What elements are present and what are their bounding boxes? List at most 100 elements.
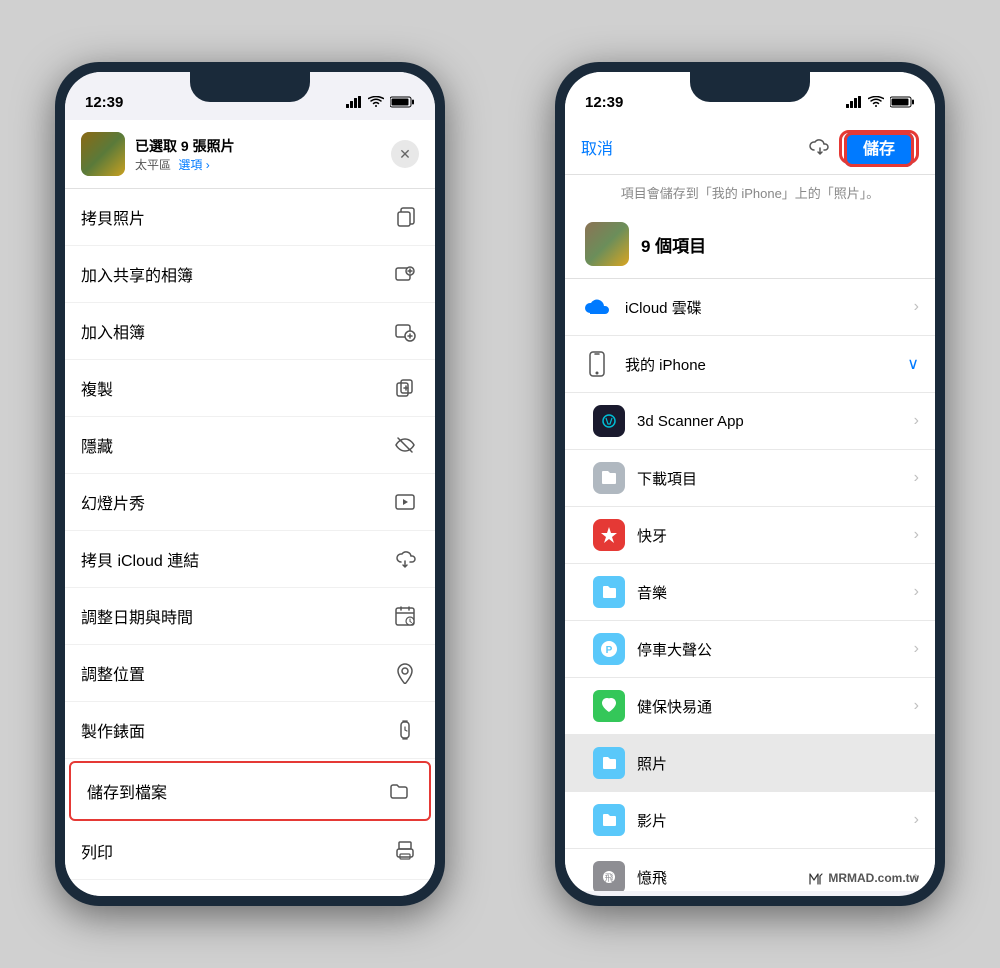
downloads-chevron: › <box>914 469 919 487</box>
battery-icon <box>390 96 415 108</box>
music-chevron: › <box>914 583 919 601</box>
menu-list: 拷貝照片 加入共享的相簿 <box>65 189 435 896</box>
file-item-icloud[interactable]: iCloud 雲碟 › <box>565 279 935 336</box>
time-2: 12:39 <box>585 94 623 111</box>
watermark: MRMAD.com.tw <box>808 870 919 886</box>
kuaiya-chevron: › <box>914 526 919 544</box>
save-file-count: 9 個項目 <box>641 232 706 257</box>
add-album-icon <box>391 317 419 345</box>
video-label: 影片 <box>637 810 902 831</box>
photos-icon <box>593 747 625 779</box>
menu-item-save-to-files[interactable]: 儲存到檔案 <box>69 761 431 821</box>
wifi-icon <box>368 96 384 108</box>
menu-item-print[interactable]: 列印 <box>65 823 435 880</box>
photos-label: 照片 <box>637 753 919 774</box>
menu-item-add-album[interactable]: 加入相簿 <box>65 303 435 360</box>
watermark-text: MRMAD.com.tw <box>828 871 919 885</box>
photo-info: 已選取 9 張照片 太平區 選項 › <box>135 136 381 173</box>
chevron-icon: › <box>206 158 210 172</box>
search-icon <box>391 894 419 896</box>
menu-label-copy-photo: 拷貝照片 <box>81 205 145 229</box>
signal-icon-2 <box>846 96 862 108</box>
menu-item-duplicate[interactable]: 複製 <box>65 360 435 417</box>
menu-item-google-lens[interactable]: Search with Google Lens <box>65 880 435 896</box>
signal-icon <box>346 96 362 108</box>
file-item-kuaiya[interactable]: 快牙 › <box>565 507 935 564</box>
file-item-iphone[interactable]: 我的 iPhone ∨ <box>565 336 935 393</box>
menu-item-location[interactable]: 調整位置 <box>65 645 435 702</box>
save-file-header: 9 個項目 <box>565 210 935 279</box>
photo-subtitle: 太平區 選項 › <box>135 156 381 173</box>
save-button-container: 儲存 <box>839 130 919 164</box>
file-item-3dscanner[interactable]: 3d Scanner App › <box>565 393 935 450</box>
photo-thumbnail <box>81 132 125 176</box>
menu-label-slideshow: 幻燈片秀 <box>81 490 145 514</box>
duplicate-icon <box>391 374 419 402</box>
health-icon <box>593 690 625 722</box>
phone1-screen: 12:39 <box>65 72 435 896</box>
icloud-link-icon <box>391 545 419 573</box>
phone1-wrapper: 12:39 <box>0 0 500 968</box>
status-icons-1 <box>346 96 415 108</box>
file-item-downloads[interactable]: 下載項目 › <box>565 450 935 507</box>
health-chevron: › <box>914 697 919 715</box>
menu-item-datetime[interactable]: 調整日期與時間 <box>65 588 435 645</box>
downloads-icon <box>593 462 625 494</box>
mrmad-logo: MRMAD.com.tw <box>808 870 919 886</box>
svg-text:P: P <box>606 645 613 656</box>
menu-label-icloud-link: 拷貝 iCloud 連結 <box>81 547 199 571</box>
photo-header: 已選取 9 張照片 太平區 選項 › ✕ <box>65 120 435 189</box>
menu-label-shared-album: 加入共享的相簿 <box>81 262 193 286</box>
save-notice: 項目會儲存到「我的 iPhone」上的「照片」。 <box>565 175 935 210</box>
menu-item-hide[interactable]: 隱藏 <box>65 417 435 474</box>
video-chevron: › <box>914 811 919 829</box>
menu-label-hide: 隱藏 <box>81 433 113 457</box>
menu-label-print: 列印 <box>81 839 113 863</box>
phone1: 12:39 <box>55 62 445 906</box>
menu-item-shared-album[interactable]: 加入共享的相簿 <box>65 246 435 303</box>
hide-icon <box>391 431 419 459</box>
file-item-music[interactable]: 音樂 › <box>565 564 935 621</box>
menu-item-watch-face[interactable]: 製作錶面 <box>65 702 435 759</box>
menu-item-copy-photo[interactable]: 拷貝照片 <box>65 189 435 246</box>
kuaiya-icon <box>593 519 625 551</box>
save-button[interactable]: 儲存 <box>844 132 914 167</box>
close-button[interactable]: ✕ <box>391 140 419 168</box>
cancel-button[interactable]: 取消 <box>581 135 613 159</box>
file-item-video[interactable]: 影片 › <box>565 792 935 849</box>
iphone-device-icon <box>581 348 613 380</box>
option-link[interactable]: 選項 <box>178 158 202 172</box>
file-item-health[interactable]: 健保快易通 › <box>565 678 935 735</box>
phone2-screen: 12:39 <box>565 72 935 896</box>
menu-item-icloud-link[interactable]: 拷貝 iCloud 連結 <box>65 531 435 588</box>
health-label: 健保快易通 <box>637 696 902 717</box>
file-item-photos[interactable]: 照片 <box>565 735 935 792</box>
icloud-chevron: › <box>914 298 919 316</box>
notch1 <box>190 72 310 102</box>
menu-label-save-to-files: 儲存到檔案 <box>87 779 167 803</box>
time-1: 12:39 <box>85 94 123 111</box>
3dscanner-label: 3d Scanner App <box>637 413 902 430</box>
datetime-icon <box>391 602 419 630</box>
save-cloud-icon <box>809 138 831 156</box>
file-item-parking[interactable]: P 停車大聲公 › <box>565 621 935 678</box>
wifi-icon-2 <box>868 96 884 108</box>
phone2-wrapper: 12:39 <box>500 0 1000 968</box>
location-text: 太平區 <box>135 158 171 172</box>
iphone-label: 我的 iPhone <box>625 354 895 375</box>
save-file-thumbnail <box>585 222 629 266</box>
parking-icon: P <box>593 633 625 665</box>
downloads-label: 下載項目 <box>637 468 902 489</box>
print-icon <box>391 837 419 865</box>
3dscanner-icon <box>593 405 625 437</box>
menu-item-slideshow[interactable]: 幻燈片秀 <box>65 474 435 531</box>
nav-right: 儲存 <box>809 130 919 164</box>
yifei-icon: 飛 <box>593 861 625 891</box>
icloud-icon <box>581 291 613 323</box>
parking-chevron: › <box>914 640 919 658</box>
photo-title: 已選取 9 張照片 <box>135 136 381 156</box>
parking-label: 停車大聲公 <box>637 639 902 660</box>
location-icon <box>391 659 419 687</box>
copy-photo-icon <box>391 203 419 231</box>
menu-label-datetime: 調整日期與時間 <box>81 604 193 628</box>
